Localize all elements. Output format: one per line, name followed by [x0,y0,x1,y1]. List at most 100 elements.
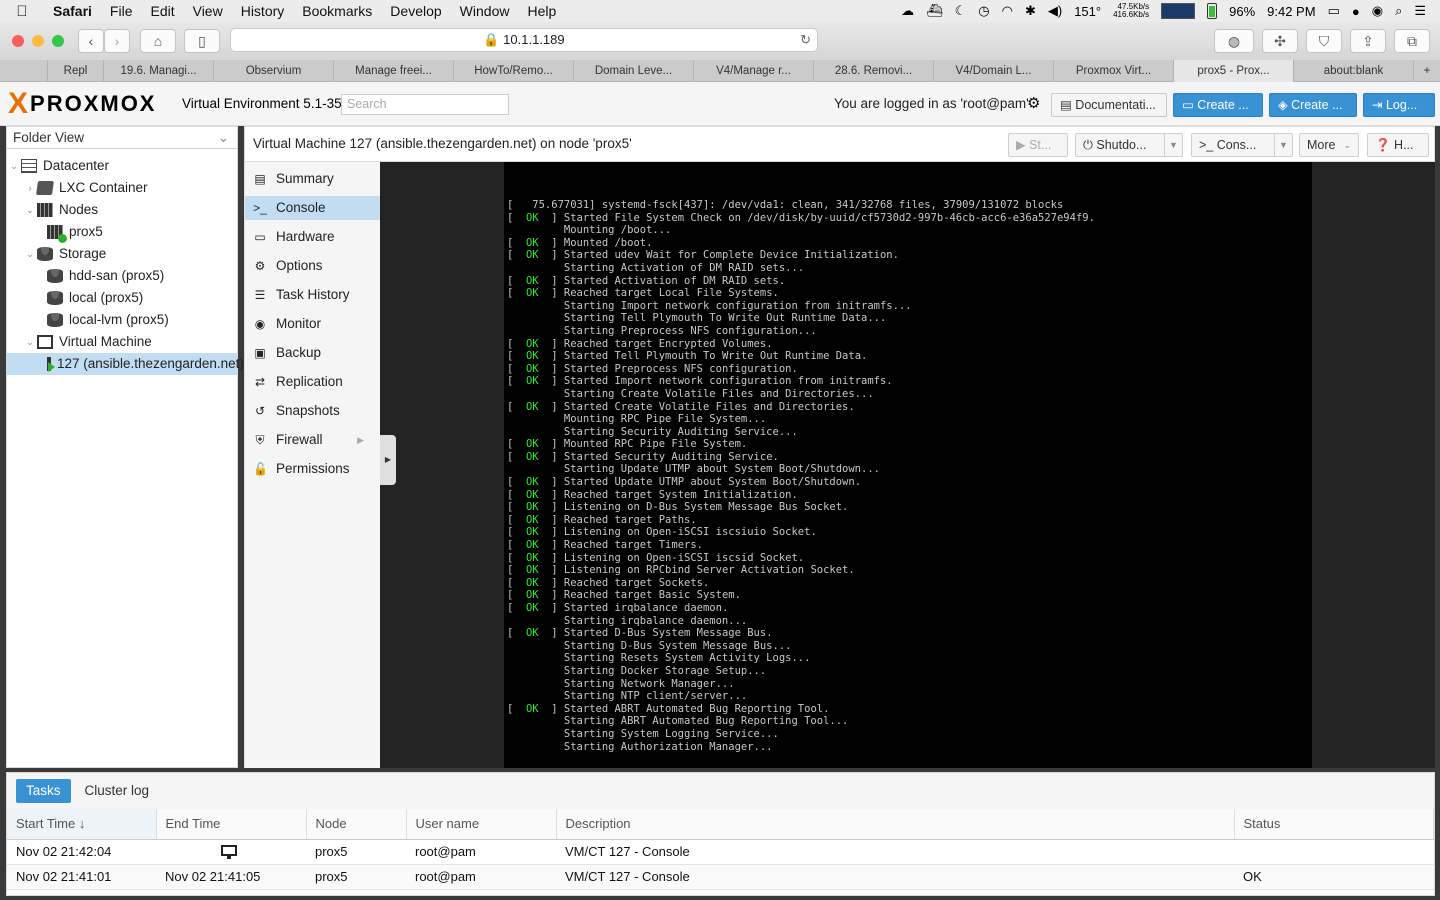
new-tab-button[interactable]: + [1414,60,1440,82]
menu-help[interactable]: Help [518,3,565,19]
col-start-time[interactable]: Start Time ↓ [7,809,157,840]
col-end-time[interactable]: End Time [156,809,307,840]
nav-permissions[interactable]: 🔓 Permissions [245,457,380,481]
back-button[interactable]: ‹ [78,29,104,53]
battery-icon[interactable] [1207,3,1218,19]
vm-console-screen[interactable]: [ 75.677031] systemd-fsck[437]: /dev/vda… [504,162,1312,768]
user-icon[interactable]: ● [1352,4,1360,19]
cloud-icon[interactable]: ☁ [901,3,914,19]
console-button[interactable]: >_ Cons... ▼ [1191,133,1293,157]
proxmox-logo[interactable]: X PROXMOX [8,89,156,119]
col-status[interactable]: Status [1234,809,1434,840]
home-button[interactable]: ⌂ [140,29,176,53]
bluetooth-icon[interactable]: ✱ [1025,3,1036,19]
documentation-button[interactable]: ▤ Documentati... [1051,93,1167,117]
network-speed[interactable]: 47.5Kb/s 416.6Kb/s [1113,3,1149,19]
more-button[interactable]: More ⌄ [1299,133,1359,157]
help-button[interactable]: ❓ H... [1367,133,1429,157]
wifi-icon[interactable]: ◠ [1002,3,1013,19]
browser-tab[interactable]: Domain Leve... [574,60,694,82]
collapse-arrow-icon[interactable]: ⌄ [9,155,19,177]
temperature-readout[interactable]: 151° [1074,4,1101,19]
col-node[interactable]: Node [306,809,407,840]
menu-bookmarks[interactable]: Bookmarks [293,3,381,19]
col-description[interactable]: Description [556,809,1235,840]
moon-icon[interactable]: ☾ [955,3,967,19]
browser-tab[interactable]: Observium [214,60,334,82]
menu-view[interactable]: View [184,3,232,19]
notification-center-icon[interactable]: ☰ [1414,3,1426,19]
share-button[interactable]: ⇪ [1350,29,1386,53]
search-input[interactable]: Search [341,94,509,115]
nav-console[interactable]: >_ Console [245,196,380,220]
table-row[interactable]: Nov 02 21:41:01 Nov 02 21:41:05 prox5 ro… [7,864,1434,890]
apple-menu-icon[interactable]:  [0,3,44,20]
tree-node-datacenter[interactable]: ⌄ Datacenter [7,155,237,177]
battery-percent[interactable]: 96% [1229,4,1255,19]
chevron-down-icon[interactable]: ▼ [1274,134,1292,156]
browser-tab[interactable]: 28.6. Removi... [814,60,934,82]
menu-app-name[interactable]: Safari [44,3,101,19]
docker-icon[interactable]: ⛴ [926,3,943,19]
nav-options[interactable]: ⚙ Options [245,254,380,278]
gear-icon[interactable]: ⚙ [1027,94,1040,112]
tree-node-vm-127[interactable]: 127 (ansible.thezengarden.net) [7,353,244,375]
tree-node-lxc-container[interactable]: › LXC Container [7,177,237,199]
browser-tab[interactable]: HowTo/Remo... [454,60,574,82]
volume-icon[interactable]: ◀) [1048,3,1062,19]
nav-summary[interactable]: ▤ Summary [245,167,380,191]
tab-cluster-log[interactable]: Cluster log [75,779,160,803]
nav-backup[interactable]: ▣ Backup [245,341,380,365]
display-icon[interactable]: ▭ [1328,3,1340,19]
time-machine-icon[interactable]: ◷ [978,3,989,19]
nav-firewall[interactable]: ⛨ Firewall ▶ [245,428,380,452]
collapse-arrow-icon[interactable]: ⌄ [25,199,35,221]
nav-monitor[interactable]: ◉ Monitor [245,312,380,336]
minimize-window-button[interactable] [32,35,44,47]
menu-edit[interactable]: Edit [141,3,183,19]
tab-pinned[interactable] [0,60,48,82]
extension-button[interactable]: ◍ [1214,29,1254,53]
zoom-window-button[interactable] [52,35,64,47]
reload-icon[interactable]: ↻ [800,29,811,51]
view-selector[interactable]: Folder View ⌄ [7,127,237,149]
tree-node-prox5[interactable]: prox5 [7,221,237,243]
table-row[interactable]: Nov 02 21:42:04 prox5 root@pam VM/CT 127… [7,839,1434,865]
clock[interactable]: 9:42 PM [1267,4,1315,19]
browser-tab[interactable]: V4/Domain L... [934,60,1054,82]
start-button[interactable]: ▶ St... [1008,133,1068,157]
browser-tab-active[interactable]: prox5 - Prox... [1174,60,1294,82]
tree-node-hdd-san[interactable]: hdd-san (prox5) [7,265,237,287]
collapse-arrow-icon[interactable]: ⌄ [25,243,35,265]
extensions-puzzle-button[interactable]: ✣ [1262,29,1298,53]
browser-tab[interactable]: 19.6. Managi... [104,60,214,82]
siri-icon[interactable]: ◉ [1372,3,1383,19]
browser-tab[interactable]: V4/Manage r... [694,60,814,82]
col-user-name[interactable]: User name [406,809,557,840]
browser-tab[interactable]: Repl [48,60,104,82]
cpu-graph-icon[interactable] [1161,3,1196,19]
forward-button[interactable]: › [104,29,130,53]
spotlight-icon[interactable]: ⌕ [1395,3,1402,19]
menu-history[interactable]: History [232,3,294,19]
shutdown-button[interactable]: ⏻ Shutdo... ▼ [1075,133,1183,157]
tree-node-storage[interactable]: ⌄ Storage [7,243,237,265]
nav-task-history[interactable]: ☰ Task History [245,283,380,307]
create-ct-button[interactable]: ◈ Create ... [1269,93,1357,117]
address-bar[interactable]: 🔒 10.1.1.189 ↻ [230,28,818,52]
ublock-button[interactable]: ⛉ [1306,29,1342,53]
logout-button[interactable]: ⇥ Log... [1363,93,1435,117]
close-window-button[interactable] [12,35,24,47]
browser-tab[interactable]: Proxmox Virt... [1054,60,1174,82]
tree-node-local[interactable]: local (prox5) [7,287,237,309]
nav-hardware[interactable]: ▭ Hardware [245,225,380,249]
browser-tab[interactable]: Manage freei... [334,60,454,82]
chevron-down-icon[interactable]: ▼ [1164,134,1182,156]
tree-node-virtual-machine[interactable]: ⌄ Virtual Machine [7,331,237,353]
nav-replication[interactable]: ⇄ Replication [245,370,380,394]
tree-node-nodes[interactable]: ⌄ Nodes [7,199,237,221]
collapse-arrow-icon[interactable]: ⌄ [25,331,35,353]
novnc-sidebar-toggle[interactable]: ▶ [380,435,396,485]
expand-arrow-icon[interactable]: › [25,177,35,199]
tree-node-local-lvm[interactable]: local-lvm (prox5) [7,309,237,331]
